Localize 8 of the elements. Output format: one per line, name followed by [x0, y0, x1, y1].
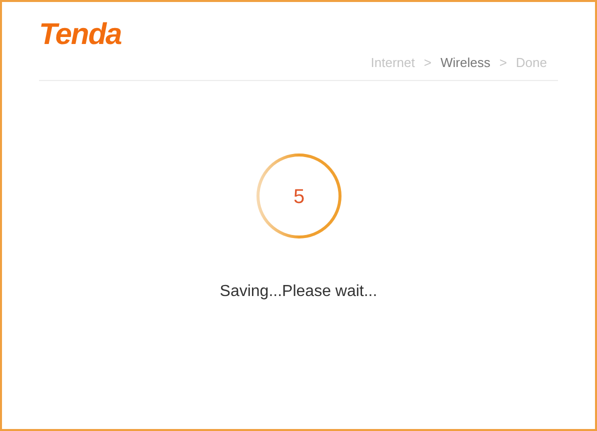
step-separator: > [424, 54, 432, 72]
status-message: Saving...Please wait... [220, 283, 378, 301]
countdown-number: 5 [292, 186, 304, 208]
wizard-step: Wireless [440, 54, 490, 72]
wizard-step: Internet [370, 54, 415, 72]
step-separator: > [499, 54, 507, 72]
wizard-step: Done [516, 54, 547, 72]
logo: Tenda [39, 18, 122, 52]
